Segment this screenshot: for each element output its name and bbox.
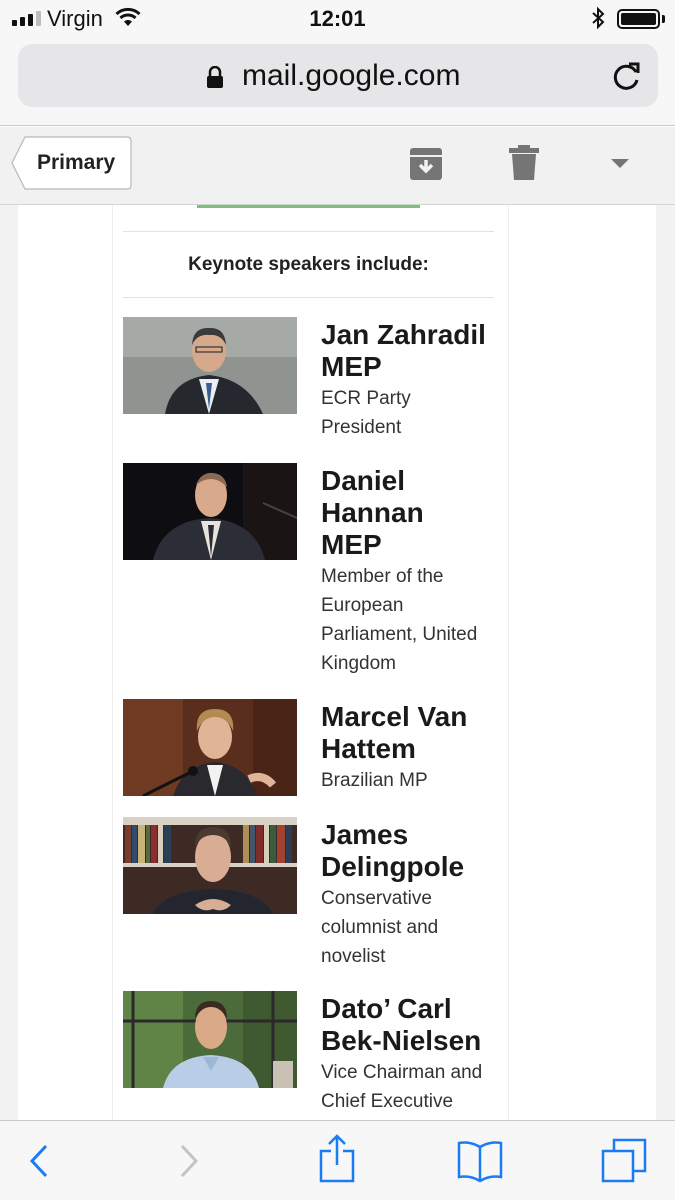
mail-toolbar: Primary (0, 127, 675, 205)
battery-icon (617, 9, 660, 29)
speaker-role: Member of the European Parliament, Unite… (321, 566, 478, 674)
speaker-details: Dato’ Carl Bek-Nielsen Vice Chairman and… (321, 993, 499, 1116)
tabs-icon[interactable] (600, 1137, 648, 1185)
status-time: 12:01 (309, 6, 366, 31)
lock-icon (207, 66, 223, 88)
address-bar[interactable]: mail.google.com (18, 44, 658, 107)
email-body: Keynote speakers include: Jan Zahradil M… (0, 205, 675, 1120)
section-heading: Keynote speakers include: (188, 254, 429, 275)
url-text[interactable]: mail.google.com (242, 59, 460, 93)
speaker-photo (123, 817, 297, 914)
accent-bar (197, 205, 420, 208)
reload-icon[interactable] (612, 60, 642, 92)
divider (123, 297, 494, 298)
more-dropdown-icon[interactable] (608, 155, 632, 171)
speaker-role: Vice Chairman and Chief Executive (321, 1062, 483, 1112)
trash-icon[interactable] (508, 145, 540, 181)
speaker-photo (123, 699, 297, 796)
speaker-name: Marcel Van Hattem (321, 701, 468, 764)
speaker-name: Dato’ Carl Bek-Nielsen (321, 993, 482, 1056)
speaker-details: James Delingpole Conservative columnist … (321, 819, 499, 971)
bluetooth-icon (592, 6, 605, 30)
back-button-label: Primary (37, 151, 116, 174)
speaker-name: Daniel Hannan MEP (321, 465, 424, 560)
speaker-photo (123, 317, 297, 414)
share-icon[interactable] (318, 1133, 356, 1183)
forward-arrow-icon[interactable] (178, 1138, 200, 1184)
speaker-name: Jan Zahradil MEP (321, 319, 486, 382)
speaker-details: Marcel Van Hattem Brazilian MP (321, 701, 499, 795)
speaker-photo (123, 991, 297, 1088)
speaker-details: Jan Zahradil MEP ECR Party President (321, 319, 499, 442)
status-bar: Virgin 12:01 (0, 0, 675, 36)
speaker-role: Brazilian MP (321, 770, 428, 791)
battery-nub (662, 15, 665, 23)
bookmarks-icon[interactable] (456, 1139, 504, 1183)
back-arrow-icon[interactable] (28, 1138, 50, 1184)
speaker-photo (123, 463, 297, 560)
speaker-name: James Delingpole (321, 819, 465, 882)
speaker-details: Daniel Hannan MEP Member of the European… (321, 465, 499, 678)
browser-bottom-toolbar (0, 1120, 675, 1200)
archive-icon[interactable] (408, 146, 444, 182)
divider (123, 231, 494, 232)
back-to-primary-button[interactable]: Primary (11, 136, 132, 190)
speaker-role: Conservative columnist and novelist (321, 888, 439, 967)
browser-address-area: mail.google.com (0, 36, 675, 126)
speaker-role: ECR Party President (321, 388, 411, 438)
